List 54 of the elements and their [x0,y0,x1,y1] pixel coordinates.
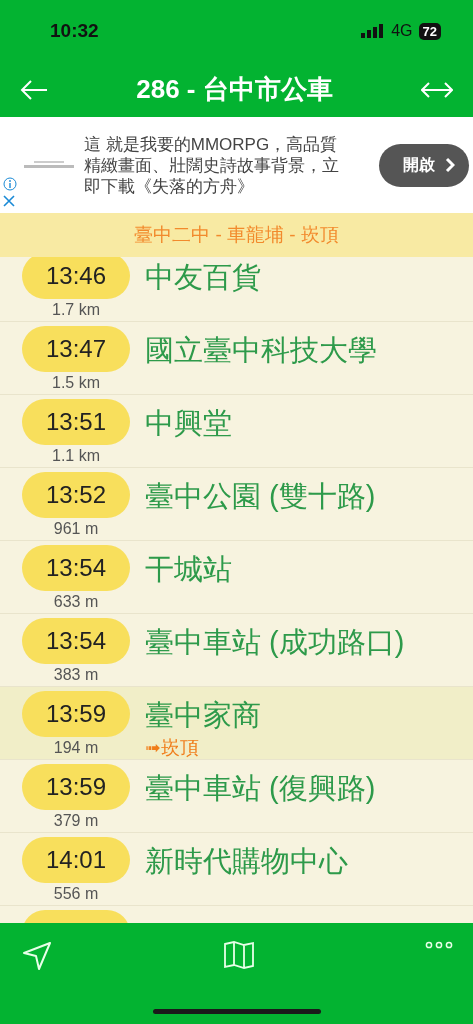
stop-row[interactable]: 13:47 1.5 km 國立臺中科技大學 [0,322,473,395]
stop-name: 國立臺中科技大學 [145,333,377,368]
stop-row[interactable]: 13:52 961 m 臺中公園 (雙十路) [0,468,473,541]
status-time: 10:32 [50,20,99,42]
distance-label: 1.1 km [52,447,100,465]
more-icon[interactable] [425,941,453,949]
location-arrow-icon[interactable] [22,941,52,971]
open-button[interactable]: 開啟 [379,143,469,187]
swap-arrow-icon[interactable] [421,79,453,100]
arrival-time: 13:59 [22,764,130,810]
arrival-time: 13:51 [22,399,130,445]
distance-label: 383 m [53,666,99,684]
arrival-time: 13:54 [22,545,130,591]
close-icon[interactable] [3,195,15,207]
ad-text: 這 就是我要的MMORPG，高品質精緻畫面、壯闊史詩故事背景，立即下載《失落的方舟》 [84,133,340,197]
stop-name: 臺中公園 (雙十路) [145,479,376,514]
stop-name: 中友百貨 [145,260,261,295]
stop-row[interactable]: 13:59 194 m 臺中家商 ➟崁頂 [0,687,473,760]
direction-label: 臺中二中 - 車龍埔 - 崁頂 [134,223,339,247]
logo-icon [24,161,74,169]
map-icon[interactable] [223,941,254,969]
stop-name: 干城站 [145,552,232,587]
distance-label: 633 m [53,593,99,611]
stop-row[interactable]: 13:54 383 m 臺中車站 (成功路口) [0,614,473,687]
arrival-time: 13:59 [22,691,130,737]
distance-label: 379 m [53,812,99,830]
chevron-icon [445,157,455,173]
distance-label: 1.5 km [52,374,100,392]
distance-label: 1.7 km [52,301,100,319]
stop-row[interactable]: 13:51 1.1 km 中興堂 [0,395,473,468]
arrival-time: 14:01 [22,837,130,883]
stop-row[interactable]: 13:54 633 m 干城站 [0,541,473,614]
distance-label: 556 m [53,885,99,903]
battery-level: 72 [418,22,441,40]
back-arrow-icon[interactable] [20,78,48,101]
stop-row[interactable]: 13:46 1.7 km 中友百貨 [0,257,473,322]
distance-label: 961 m [53,520,99,538]
signal-icon [361,24,386,38]
stop-name: 臺中車站 (復興路) [145,771,376,806]
stop-row[interactable]: 14:01 556 m 新時代購物中心 [0,833,473,906]
stop-name: 臺中車站 (成功路口) [145,625,405,660]
terminus-note: ➟崁頂 [145,736,200,760]
stop-name: 臺中家商 [145,698,261,733]
stop-name: 新時代購物中心 [145,844,348,879]
distance-label: 194 m [53,739,99,757]
info-icon[interactable] [3,177,17,191]
arrival-time: 13:47 [22,326,130,372]
arrival-time: 13:52 [22,472,130,518]
stop-name: 中興堂 [145,406,232,441]
arrival-time: 13:46 [22,257,130,299]
stop-row[interactable]: 13:59 379 m 臺中車站 (復興路) [0,760,473,833]
network-label: 4G [391,22,413,40]
route-title: 286 - 台中市公車 [136,73,333,106]
arrival-time: 13:54 [22,618,130,664]
